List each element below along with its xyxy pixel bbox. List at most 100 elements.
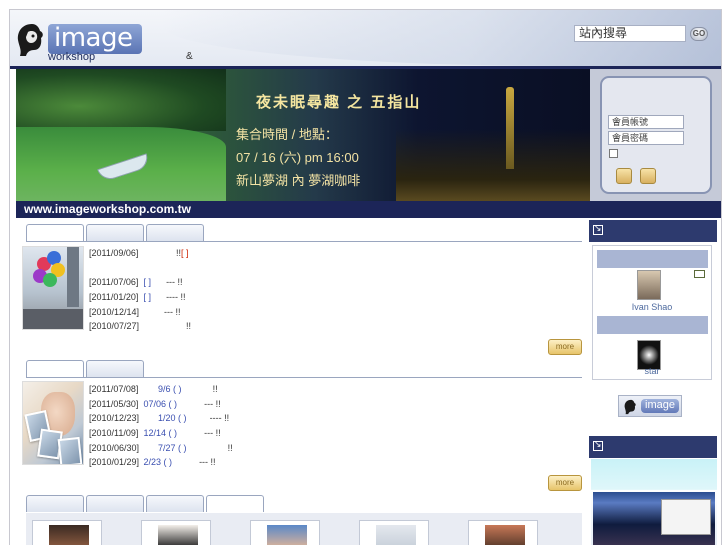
news-link[interactable]: 1/20 ( ) (158, 413, 187, 423)
list-item[interactable]: [2010/01/29] 2/23 ( ) --- !! (89, 455, 233, 470)
gallery-thumb[interactable] (468, 520, 538, 545)
news-date: [2010/07/27] (89, 321, 140, 332)
news-date: [2010/06/30] (89, 442, 140, 453)
sidebar-logo-text: image (641, 399, 679, 413)
news-date: [2010/11/09] (89, 428, 139, 439)
event-banner[interactable]: 夜未眠尋趣 之 五指山 集合時間 / 地點： 07 / 16 (六) pm 16… (16, 69, 590, 201)
news-list-1: [2011/09/06] !![ ] [2011/07/06] [ ] --- … (89, 246, 191, 334)
news-text: !! (212, 384, 218, 394)
news-text: ---- !! (166, 292, 186, 303)
tab-news-1[interactable] (26, 224, 84, 241)
news-list-2: [2011/07/08] 9/6 ( ) !! [2011/05/30] 07/… (89, 382, 233, 470)
list-item[interactable]: [2010/07/27] !! (89, 319, 191, 334)
account-input[interactable]: 會員帳號 (608, 115, 684, 129)
news-tag: [ ] (181, 248, 189, 258)
gallery-thumb[interactable] (32, 520, 102, 545)
news-photo-balloons[interactable] (22, 246, 84, 330)
news-date: [2011/01/20] (89, 292, 139, 303)
header: image workshop & 站內搜尋 GO (10, 10, 721, 66)
news-date: [2011/07/06] (89, 277, 139, 288)
banner-line-2: 07 / 16 (六) pm 16:00 (236, 150, 359, 165)
news-text: --- !! (199, 457, 216, 468)
face-logo-icon (17, 24, 43, 56)
member-box: Ivan Shao star (592, 245, 712, 380)
expand-arrow-icon[interactable] (593, 439, 603, 451)
banner-line-3: 新山夢湖 內 夢湖咖啡 (236, 173, 361, 188)
tab-photo-2[interactable] (86, 495, 144, 512)
url-bar: www.imageworkshop.com.tw (16, 201, 721, 218)
site-search-input[interactable]: 站內搜尋 (574, 25, 686, 42)
news-link[interactable]: 9/6 ( ) (158, 384, 182, 394)
list-item[interactable]: [2010/11/09] 12/14 ( ) --- !! (89, 426, 233, 441)
event-photo-portrait[interactable] (22, 381, 84, 465)
news-text: --- !! (164, 306, 181, 317)
register-button[interactable] (640, 168, 656, 184)
login-button[interactable] (616, 168, 632, 184)
gallery-thumb[interactable] (141, 520, 211, 545)
banner-trees (16, 69, 226, 131)
list-item[interactable]: [2011/05/30] 07/06 ( ) --- !! (89, 397, 233, 412)
member-name[interactable]: Ivan Shao (593, 302, 711, 312)
news-date: [2011/05/30] (89, 398, 139, 409)
site-url[interactable]: www.imageworkshop.com.tw (24, 202, 191, 216)
avatar[interactable] (637, 270, 661, 300)
news-link[interactable]: [ ] (144, 292, 152, 302)
logo-subtext: workshop (48, 51, 96, 63)
news-text: ---- !! (209, 413, 230, 424)
tab-news-2[interactable] (86, 224, 144, 241)
login-panel: 會員帳號 會員密碼 (590, 69, 721, 201)
tab-photo-3[interactable] (146, 495, 204, 512)
list-item[interactable]: [2011/07/08] 9/6 ( ) !! (89, 382, 233, 397)
password-input[interactable]: 會員密碼 (608, 131, 684, 145)
news-date: [2011/07/08] (89, 384, 139, 394)
screenshot-section-header (589, 436, 717, 458)
gallery-thumb[interactable] (250, 520, 320, 545)
banner-line-1: 集合時間 / 地點： (236, 127, 338, 142)
more-button-2[interactable]: more (548, 475, 582, 491)
news-link[interactable]: 07/06 ( ) (144, 399, 178, 409)
tab-rule-2 (26, 377, 582, 378)
screenshot-window (661, 499, 711, 535)
tab-rule-1 (26, 241, 582, 242)
news-link[interactable]: 2/23 ( ) (144, 457, 173, 467)
news-link[interactable]: [ ] (144, 277, 152, 287)
banner-title: 夜未眠尋趣 之 五指山 (256, 94, 422, 111)
sidebar-logo[interactable]: image (618, 395, 682, 417)
search-go-button[interactable]: GO (690, 27, 708, 41)
tab-event-1[interactable] (26, 360, 84, 377)
news-date: [2010/12/23] (89, 413, 140, 424)
news-date: [2010/01/29] (89, 457, 140, 468)
news-text: --- !! (166, 277, 183, 288)
tab-event-2[interactable] (86, 360, 144, 377)
logo-text: image (54, 23, 133, 53)
more-button-1[interactable]: more (548, 339, 582, 355)
tab-photo-4[interactable] (206, 495, 264, 512)
member-band-2 (597, 316, 708, 334)
header-ampersand: & (186, 51, 193, 62)
list-item[interactable]: [2011/09/06] !![ ] (89, 246, 191, 261)
site-logo[interactable]: image workshop (14, 18, 144, 63)
mail-icon[interactable] (694, 270, 705, 278)
website-screenshot[interactable] (591, 459, 717, 545)
list-item[interactable]: [2010/06/30] 7/27 ( ) !! (89, 441, 233, 456)
face-logo-icon (624, 399, 636, 415)
member-name[interactable]: star (593, 366, 711, 376)
news-text: !! (186, 321, 192, 332)
banner-city (396, 129, 590, 201)
news-text: !! (227, 442, 233, 453)
list-item[interactable]: [2011/01/20] [ ] ---- !! (89, 290, 191, 305)
list-item[interactable]: [2011/07/06] [ ] --- !! (89, 275, 191, 290)
news-link[interactable]: 12/14 ( ) (144, 428, 178, 438)
tab-photo-1[interactable] (26, 495, 84, 512)
member-section-header (589, 220, 717, 242)
gallery-thumb[interactable] (359, 520, 429, 545)
login-box: 會員帳號 會員密碼 (600, 76, 712, 194)
expand-arrow-icon[interactable] (593, 223, 603, 235)
member-band-1 (597, 250, 708, 268)
list-item[interactable]: [2010/12/14] --- !! (89, 305, 191, 320)
list-item[interactable]: [2010/12/23] 1/20 ( ) ---- !! (89, 411, 233, 426)
tab-news-3[interactable] (146, 224, 204, 241)
remember-checkbox[interactable] (609, 149, 618, 158)
news-date: [2010/12/14] (89, 306, 140, 317)
news-link[interactable]: 7/27 ( ) (158, 443, 187, 453)
